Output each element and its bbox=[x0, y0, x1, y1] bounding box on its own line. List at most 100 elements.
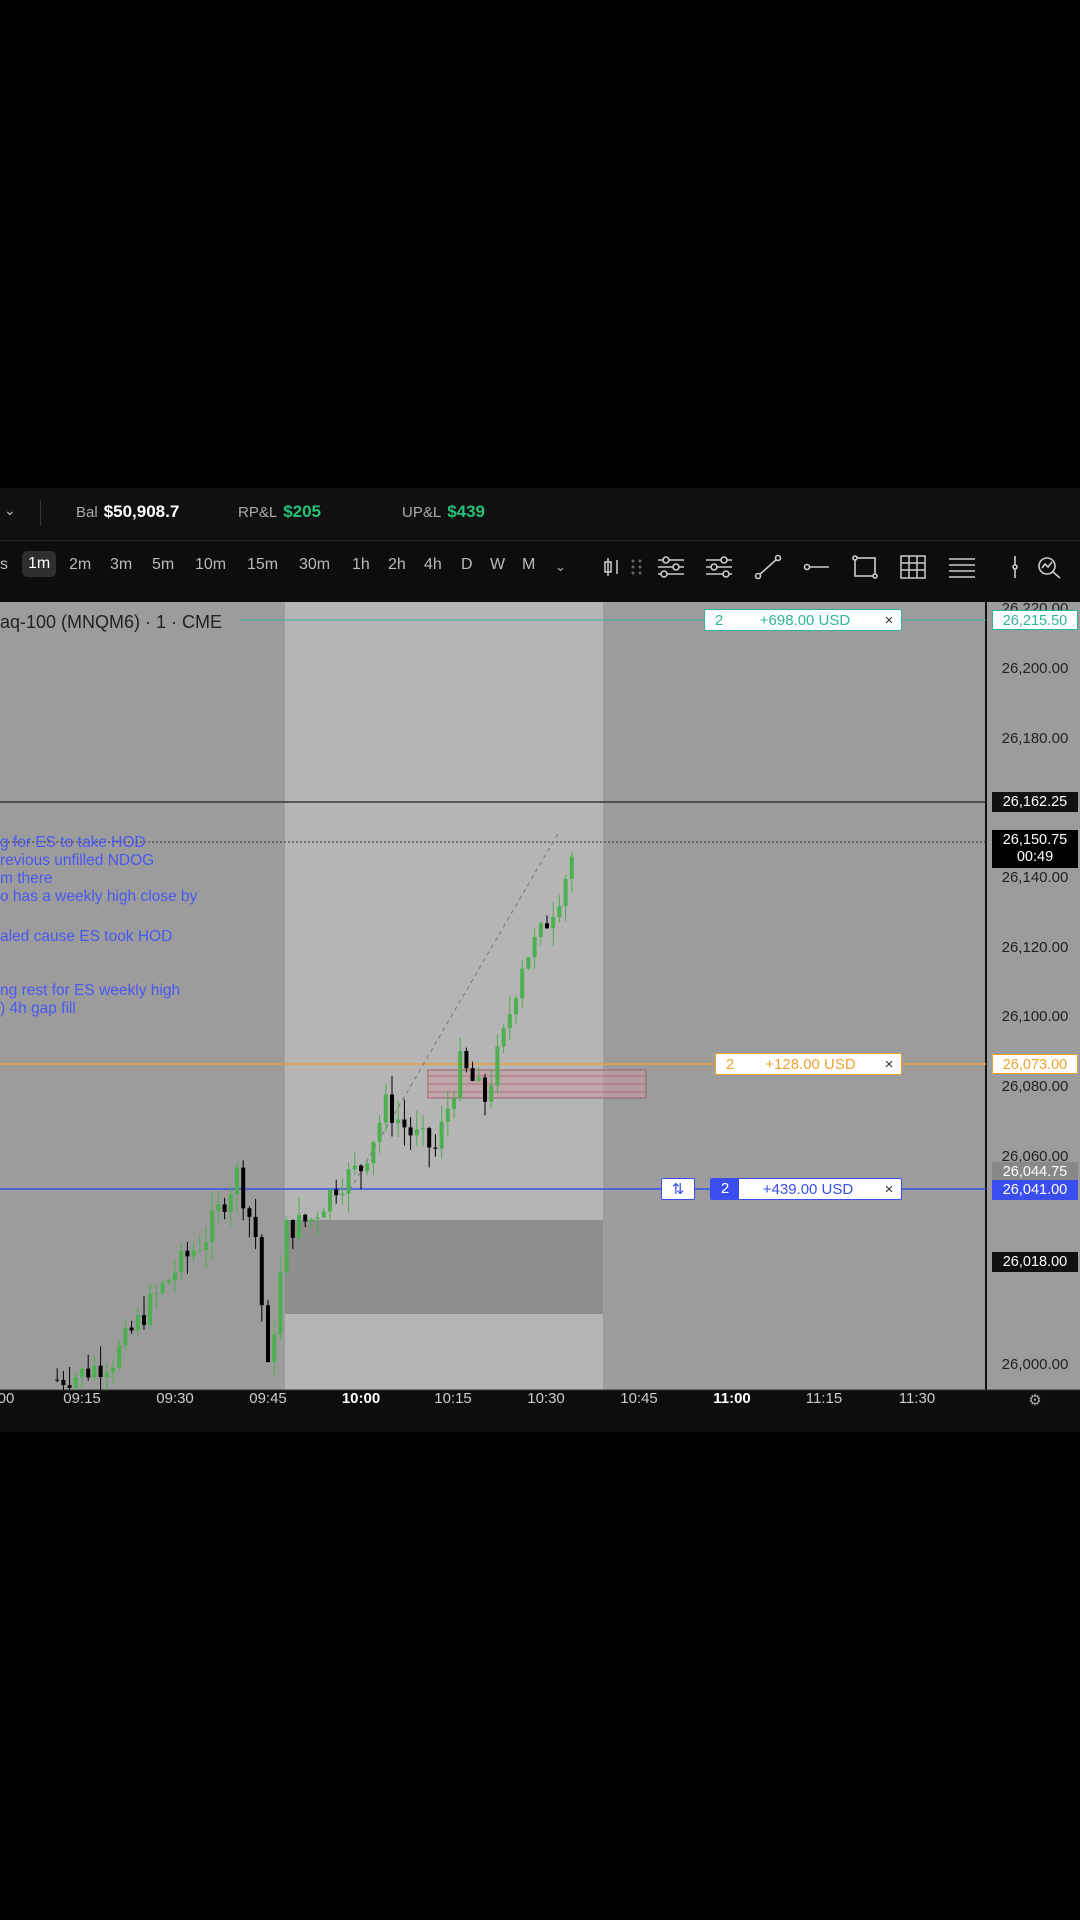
candle-body bbox=[501, 1028, 506, 1047]
candle-body bbox=[464, 1051, 469, 1069]
order-quantity: 2 bbox=[725, 1055, 735, 1073]
timeframe-4h[interactable]: 4h bbox=[424, 556, 442, 574]
price-axis-tick: 26,200.00 bbox=[1001, 660, 1069, 677]
chart-note: g for ES to take HOD bbox=[0, 834, 146, 851]
menu-icon[interactable] bbox=[947, 554, 977, 580]
candle-body bbox=[61, 1379, 66, 1386]
candle-body bbox=[235, 1167, 239, 1195]
price-axis-tick: 26,120.00 bbox=[1001, 939, 1069, 956]
balance-label: Bal bbox=[76, 504, 98, 521]
indicators-icon[interactable] bbox=[656, 554, 686, 580]
candle-body bbox=[160, 1283, 165, 1293]
price-axis-tick: 26,080.00 bbox=[1001, 1078, 1069, 1095]
candle-body bbox=[309, 1219, 314, 1222]
rpnl-label: RP&L bbox=[238, 504, 278, 521]
timeframe-seconds[interactable]: s bbox=[0, 556, 8, 574]
candle-body bbox=[402, 1119, 407, 1128]
level-price-label: 26,044.75 bbox=[992, 1162, 1078, 1182]
order-pnl: +439.00 USD bbox=[762, 1180, 854, 1198]
candle-body bbox=[104, 1372, 109, 1377]
chart-note: o has a weekly high close by bbox=[0, 888, 198, 905]
chart-note: aled cause ES took HOD bbox=[0, 928, 173, 945]
take-profit-price-label: 26,215.50 bbox=[992, 610, 1078, 630]
grid-icon[interactable] bbox=[898, 554, 928, 580]
last-price-value: 26,150.75 bbox=[1002, 832, 1068, 848]
candle-type-icon[interactable] bbox=[598, 554, 620, 580]
timeframe-5m[interactable]: 5m bbox=[152, 556, 174, 574]
price-chart[interactable]: aq-100 (MNQM6) · 1 · CME g for ES to tak… bbox=[0, 600, 1080, 1412]
close-icon[interactable]: × bbox=[877, 1181, 901, 1198]
settings-lines-icon[interactable] bbox=[704, 554, 734, 580]
timeframe-2h[interactable]: 2h bbox=[388, 556, 406, 574]
candle-body bbox=[135, 1315, 140, 1331]
candle-body bbox=[185, 1250, 190, 1257]
candle-body bbox=[433, 1147, 438, 1149]
vertical-line-icon[interactable] bbox=[1000, 554, 1020, 580]
timeframe-day[interactable]: D bbox=[461, 556, 473, 574]
take-profit-order-tag[interactable]: 2 +698.00 USD × bbox=[704, 609, 902, 631]
candle-body bbox=[383, 1094, 388, 1123]
drag-handle-icon[interactable] bbox=[622, 554, 642, 580]
candle-body bbox=[111, 1367, 115, 1373]
account-chevron-icon[interactable]: ⌄ bbox=[4, 502, 16, 519]
trendline-icon[interactable] bbox=[753, 554, 783, 580]
reverse-icon: ⇅ bbox=[671, 1181, 685, 1198]
timeframe-1m[interactable]: 1m bbox=[22, 551, 57, 577]
candle-body bbox=[321, 1211, 326, 1218]
candle-body bbox=[272, 1334, 277, 1363]
timeframe-1h[interactable]: 1h bbox=[352, 556, 370, 574]
candle-body bbox=[532, 936, 537, 958]
timeframe-10m[interactable]: 10m bbox=[195, 556, 226, 574]
candle-body bbox=[557, 906, 562, 918]
candle-body bbox=[414, 1129, 419, 1136]
candle-body bbox=[210, 1210, 215, 1243]
horizontal-ray-icon[interactable] bbox=[801, 554, 831, 580]
order-quantity: 2 bbox=[714, 611, 724, 629]
candle-body bbox=[266, 1305, 270, 1363]
candle-body bbox=[377, 1122, 382, 1142]
price-axis-tick: 26,000.00 bbox=[1001, 1356, 1069, 1373]
rectangle-icon[interactable] bbox=[850, 554, 880, 580]
candle-body bbox=[458, 1051, 463, 1099]
time-axis-tick: 11:00 bbox=[713, 1390, 751, 1407]
chart-canvas[interactable] bbox=[0, 602, 1080, 1412]
timeframe-more-chevron-icon[interactable]: ⌄ bbox=[555, 559, 566, 575]
trading-app: ⌄ Bal $50,908.7 RP&L $205 UP&L $439 s 1m 2m… bbox=[0, 488, 1080, 1432]
candle-body bbox=[67, 1385, 72, 1388]
close-icon[interactable]: × bbox=[877, 612, 901, 629]
stop-order-tag[interactable]: 2 +128.00 USD × bbox=[715, 1053, 902, 1075]
candle-body bbox=[179, 1250, 184, 1273]
chart-note: ng rest for ES weekly high bbox=[0, 982, 181, 999]
close-icon[interactable]: × bbox=[877, 1056, 901, 1073]
timeframe-30m[interactable]: 30m bbox=[299, 556, 330, 574]
candle-body bbox=[166, 1280, 171, 1284]
timeframe-15m[interactable]: 15m bbox=[247, 556, 278, 574]
timeframe-week[interactable]: W bbox=[490, 556, 505, 574]
candle-body bbox=[390, 1094, 394, 1123]
timeframe-3m[interactable]: 3m bbox=[110, 556, 132, 574]
time-axis-tick: 10:15 bbox=[434, 1390, 472, 1407]
candle-body bbox=[371, 1141, 376, 1164]
candle-body bbox=[352, 1165, 357, 1170]
candle-body bbox=[445, 1108, 450, 1122]
order-pnl: +128.00 USD bbox=[765, 1055, 856, 1073]
stop-price-label: 26,073.00 bbox=[992, 1054, 1078, 1074]
candle-body bbox=[365, 1163, 370, 1172]
candle-body bbox=[346, 1169, 351, 1194]
time-axis-tick: 11:30 bbox=[898, 1390, 936, 1407]
candle-body bbox=[55, 1379, 60, 1381]
timeframe-month[interactable]: M bbox=[522, 556, 535, 574]
chart-settings-gear-icon[interactable]: ⚙ bbox=[1028, 1391, 1041, 1409]
candle-body bbox=[315, 1217, 320, 1220]
search-zoom-icon[interactable] bbox=[1034, 554, 1062, 580]
time-axis-tick: 00 bbox=[0, 1390, 15, 1407]
timeframe-2m[interactable]: 2m bbox=[69, 556, 91, 574]
candle-body bbox=[173, 1272, 177, 1281]
candle-body bbox=[73, 1377, 78, 1388]
candle-body bbox=[98, 1365, 103, 1377]
candle-body bbox=[191, 1250, 196, 1257]
candle-body bbox=[408, 1127, 413, 1136]
position-order-tag[interactable]: 2 +439.00 USD × bbox=[710, 1178, 902, 1200]
candle-body bbox=[483, 1077, 487, 1102]
reverse-position-button[interactable]: ⇅ bbox=[661, 1178, 695, 1200]
